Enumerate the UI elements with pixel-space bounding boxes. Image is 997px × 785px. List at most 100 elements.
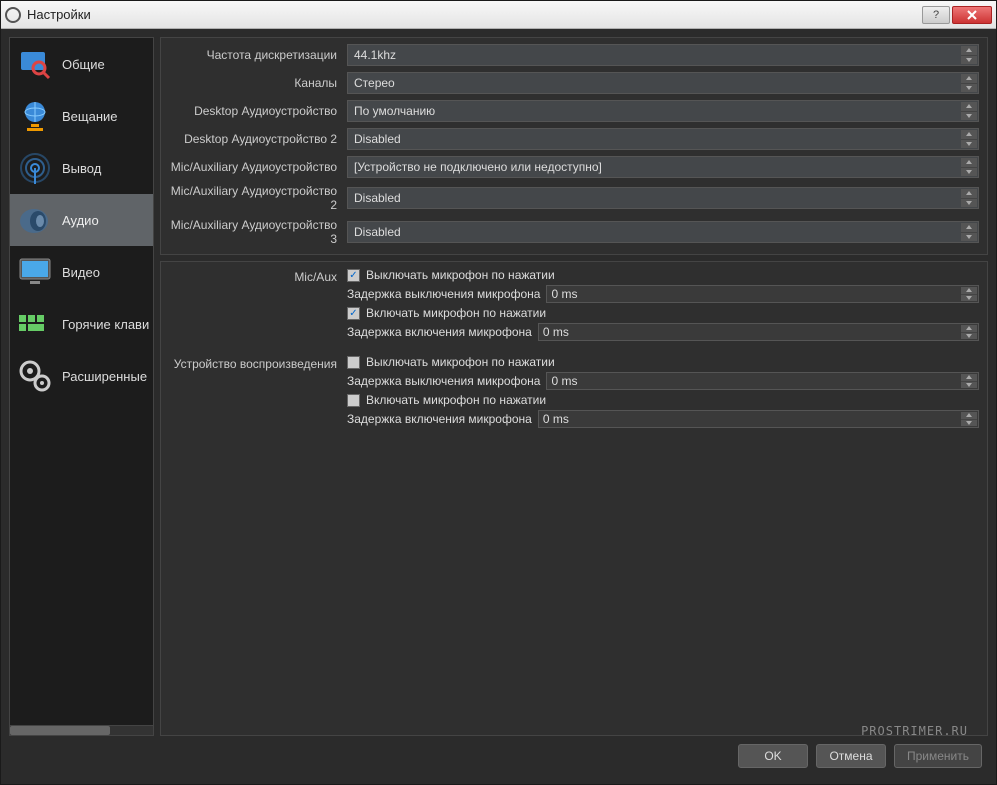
ptt-mute-row: ✓ Выключать микрофон по нажатии — [347, 268, 979, 282]
delay-label: Задержка включения микрофона — [347, 412, 532, 426]
ptt-unmute-row: ✓ Включать микрофон по нажатии — [347, 306, 979, 320]
unmute-delay-row: Задержка включения микрофона 0 ms — [347, 410, 979, 428]
spinner-down[interactable] — [961, 333, 977, 340]
spinner-up[interactable] — [961, 223, 977, 233]
sidebar-item-video[interactable]: Видео — [10, 246, 153, 298]
ptt-mute-checkbox[interactable]: ✓ — [347, 356, 360, 369]
spinner-down[interactable] — [961, 140, 977, 149]
delay-spinner[interactable] — [961, 374, 977, 388]
checkbox-label: Выключать микрофон по нажатии — [366, 355, 555, 369]
select-spinner[interactable] — [961, 223, 977, 241]
sidebar-item-output[interactable]: Вывод — [10, 142, 153, 194]
sidebar: Общие Вещание — [9, 37, 154, 736]
unmute-delay-row: Задержка включения микрофона 0 ms — [347, 323, 979, 341]
select-value: [Устройство не подключено или недоступно… — [354, 160, 602, 174]
field-select[interactable]: Disabled — [347, 187, 979, 209]
apply-button[interactable]: Применить — [894, 744, 982, 768]
field-label: Desktop Аудиоустройство — [169, 104, 347, 118]
delay-spinner[interactable] — [961, 325, 977, 339]
sidebar-item-audio[interactable]: Аудио — [10, 194, 153, 246]
field-select[interactable]: [Устройство не подключено или недоступно… — [347, 156, 979, 178]
field-select[interactable]: Стерео — [347, 72, 979, 94]
spinner-up[interactable] — [961, 158, 977, 168]
spinner-down[interactable] — [961, 84, 977, 93]
titlebar: Настройки ? — [1, 1, 996, 29]
settings-window: Настройки ? — [0, 0, 997, 785]
audio-row: Mic/Auxiliary Аудиоустройство [Устройств… — [169, 156, 979, 178]
sidebar-item-label: Видео — [62, 265, 100, 280]
audio-row: Частота дискретизации 44.1khz — [169, 44, 979, 66]
section-label: Mic/Aux — [169, 268, 347, 341]
spinner-down[interactable] — [961, 56, 977, 65]
signal-icon — [16, 149, 54, 187]
audio-ptt-group: Mic/Aux ✓ Выключать микрофон по нажатии … — [160, 261, 988, 736]
ptt-mute-checkbox[interactable]: ✓ — [347, 269, 360, 282]
select-spinner[interactable] — [961, 189, 977, 207]
settings-panel: Частота дискретизации 44.1khz Каналы Сте… — [160, 37, 988, 736]
sidebar-item-hotkeys[interactable]: Горячие клави — [10, 298, 153, 350]
sidebar-item-stream[interactable]: Вещание — [10, 90, 153, 142]
delay-spinner[interactable] — [961, 412, 977, 426]
spinner-down[interactable] — [961, 199, 977, 208]
help-button[interactable]: ? — [922, 6, 950, 24]
mute-delay-input[interactable]: 0 ms — [546, 372, 979, 390]
sidebar-item-advanced[interactable]: Расширенные — [10, 350, 153, 402]
spinner-up[interactable] — [961, 102, 977, 112]
delay-label: Задержка включения микрофона — [347, 325, 532, 339]
main-area: Общие Вещание — [9, 37, 988, 736]
spinner-up[interactable] — [961, 412, 977, 420]
spinner-up[interactable] — [961, 74, 977, 84]
watermark: PROSTRIMER.RU — [861, 724, 968, 738]
sidebar-item-general[interactable]: Общие — [10, 38, 153, 90]
spinner-down[interactable] — [961, 382, 977, 389]
select-spinner[interactable] — [961, 158, 977, 176]
spinner-down[interactable] — [961, 295, 977, 302]
spinner-up[interactable] — [961, 287, 977, 295]
cancel-button[interactable]: Отмена — [816, 744, 886, 768]
ptt-section: Mic/Aux ✓ Выключать микрофон по нажатии … — [169, 268, 979, 341]
select-spinner[interactable] — [961, 74, 977, 92]
field-select[interactable]: Disabled — [347, 128, 979, 150]
spinner-down[interactable] — [961, 168, 977, 177]
field-label: Частота дискретизации — [169, 48, 347, 62]
delay-label: Задержка выключения микрофона — [347, 287, 540, 301]
select-spinner[interactable] — [961, 46, 977, 64]
speaker-icon — [16, 201, 54, 239]
spinner-up[interactable] — [961, 130, 977, 140]
gear-icon — [16, 357, 54, 395]
delay-spinner[interactable] — [961, 287, 977, 301]
spinner-down[interactable] — [961, 233, 977, 242]
select-spinner[interactable] — [961, 102, 977, 120]
unmute-delay-input[interactable]: 0 ms — [538, 410, 979, 428]
field-label: Mic/Auxiliary Аудиоустройство 3 — [169, 218, 347, 246]
spinner-down[interactable] — [961, 420, 977, 427]
footer: PROSTRIMER.RU OK Отмена Применить — [9, 736, 988, 776]
keyboard-icon — [16, 305, 54, 343]
close-icon — [967, 10, 977, 20]
field-select[interactable]: Disabled — [347, 221, 979, 243]
field-select[interactable]: По умолчанию — [347, 100, 979, 122]
ptt-unmute-row: ✓ Включать микрофон по нажатии — [347, 393, 979, 407]
close-button[interactable] — [952, 6, 992, 24]
audio-row: Каналы Стерео — [169, 72, 979, 94]
ok-button[interactable]: OK — [738, 744, 808, 768]
sidebar-item-label: Общие — [62, 57, 105, 72]
spinner-up[interactable] — [961, 189, 977, 199]
mute-delay-input[interactable]: 0 ms — [546, 285, 979, 303]
audio-devices-group: Частота дискретизации 44.1khz Каналы Сте… — [160, 37, 988, 255]
delay-value: 0 ms — [543, 325, 569, 339]
spinner-up[interactable] — [961, 325, 977, 333]
spinner-down[interactable] — [961, 112, 977, 121]
mute-delay-row: Задержка выключения микрофона 0 ms — [347, 285, 979, 303]
ptt-unmute-checkbox[interactable]: ✓ — [347, 394, 360, 407]
spinner-up[interactable] — [961, 46, 977, 56]
spinner-up[interactable] — [961, 374, 977, 382]
sidebar-scrollbar[interactable] — [10, 725, 153, 735]
select-spinner[interactable] — [961, 130, 977, 148]
scrollbar-thumb[interactable] — [10, 726, 110, 735]
field-select[interactable]: 44.1khz — [347, 44, 979, 66]
unmute-delay-input[interactable]: 0 ms — [538, 323, 979, 341]
select-value: Стерео — [354, 76, 395, 90]
globe-icon — [16, 97, 54, 135]
ptt-unmute-checkbox[interactable]: ✓ — [347, 307, 360, 320]
